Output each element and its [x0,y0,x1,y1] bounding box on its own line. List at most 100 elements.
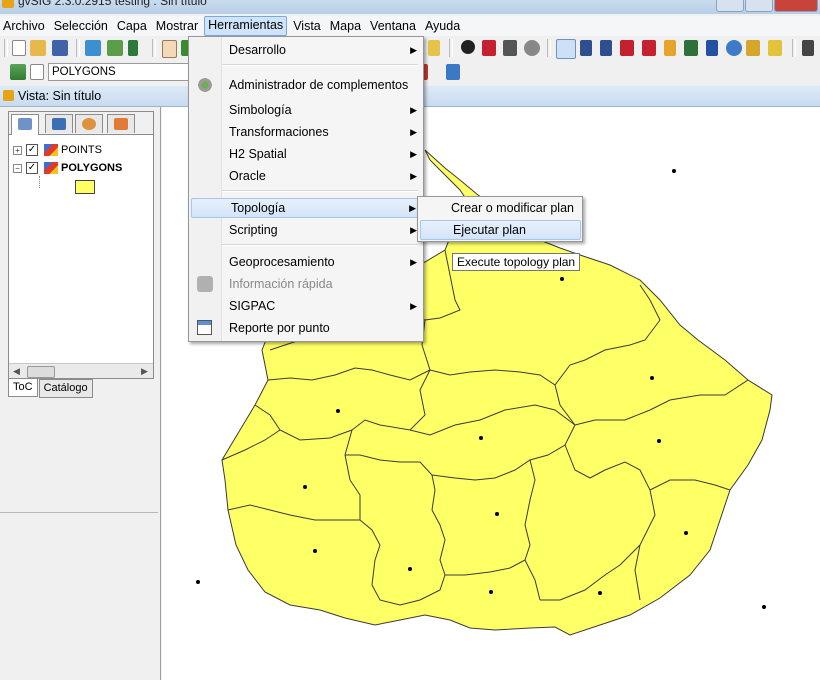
select-by-circle-icon[interactable] [642,40,656,56]
scroll-thumb[interactable] [27,366,55,378]
point-feature [303,485,307,489]
layer-visibility-checkbox[interactable]: ✓ [26,144,38,156]
submenu-arrow-icon: ▶ [409,203,416,213]
menu-archivo[interactable]: Archivo [0,17,48,35]
open-folder-icon[interactable] [30,40,46,56]
pan-hand-icon[interactable] [162,40,177,58]
table-icon[interactable] [428,40,440,56]
toc-bottom-tabs: ToC Catálogo [8,379,94,399]
menu-item-informacion-rapida: Información rápida [190,274,422,294]
toolbar-separator [152,39,156,57]
bar-chart-icon[interactable] [446,64,460,80]
menu-item-label: Desarrollo [229,43,286,57]
menu-item-oracle[interactable]: Oracle ▶ [190,166,422,186]
expand-icon[interactable]: + [13,145,22,155]
point-report-icon [197,320,212,335]
measure-distance-icon[interactable] [503,40,517,56]
menu-item-transformaciones[interactable]: Transformaciones ▶ [190,122,422,142]
menu-separator [222,64,418,66]
menu-mostrar[interactable]: Mostrar [153,17,201,35]
menu-item-administrador-complementos[interactable]: Administrador de complementos [190,75,422,95]
toc-tab-strip [9,112,153,135]
toolbar-separator [76,39,80,57]
maximize-button[interactable] [745,0,773,12]
layers-stack-icon[interactable] [10,64,26,80]
invert-selection-icon[interactable] [746,40,760,56]
add-layer-icon[interactable] [85,40,101,56]
point-feature [657,439,661,443]
menu-item-h2-spatial[interactable]: H2 Spatial ▶ [190,144,422,164]
toc-layer-polygons[interactable]: − ✓ POLYGONS [13,160,122,176]
vector-layer-icon [44,162,58,174]
measure-area-icon[interactable] [482,40,496,56]
menu-ventana[interactable]: Ventana [367,17,419,35]
menu-ayuda[interactable]: Ayuda [422,17,463,35]
tab-catalogo[interactable]: Catálogo [38,379,93,398]
menu-item-ejecutar-plan[interactable]: Ejecutar plan [420,220,581,240]
menu-herramientas[interactable]: Herramientas [204,16,288,36]
tab-toc-sources[interactable] [45,114,73,133]
menu-capa[interactable]: Capa [114,17,150,35]
clear-selection-icon[interactable] [768,40,782,56]
menu-item-reporte-por-punto[interactable]: Reporte por punto [190,318,422,338]
menu-separator [222,190,418,192]
layer-visibility-checkbox[interactable]: ✓ [26,162,38,174]
submenu-arrow-icon: ▶ [410,45,417,55]
export-layer-icon[interactable] [128,40,138,56]
point-feature [762,605,766,609]
toolbar-separator [4,39,8,57]
menu-mapa[interactable]: Mapa [327,17,364,35]
edit-layer-icon[interactable] [30,64,44,80]
select-arrow-icon[interactable] [556,39,576,59]
toc-horizontal-scrollbar[interactable]: ◀ ▶ [9,363,153,378]
close-window-button[interactable] [774,0,818,12]
gvsig-app-icon [2,0,14,8]
submenu-arrow-icon: ▶ [410,105,417,115]
menu-vista[interactable]: Vista [290,17,324,35]
new-document-icon[interactable] [12,40,26,56]
point-feature [560,277,564,281]
menu-item-sigpac[interactable]: SIGPAC ▶ [190,296,422,316]
layers-tab-icon [18,118,32,130]
scroll-right-icon[interactable]: ▶ [141,366,148,377]
point-feature [684,531,688,535]
quick-info-icon [197,276,213,292]
menu-item-simbologia[interactable]: Simbología ▶ [190,100,422,120]
globe-icon[interactable] [726,40,742,56]
submenu-arrow-icon: ▶ [410,127,417,137]
toolbar-separator [547,39,551,57]
menu-item-crear-modificar-plan[interactable]: Crear o modificar plan [419,198,581,218]
point-feature [672,169,676,173]
select-by-attributes-icon[interactable] [684,40,698,56]
new-layer-icon[interactable] [107,40,123,56]
tab-toc-selection[interactable] [107,114,135,133]
point-feature [495,512,499,516]
window-title: gvSIG 2.3.0.2915 testing : Sin título [18,0,207,8]
save-icon[interactable] [52,40,68,56]
active-layer-combo[interactable]: POLYGONS [48,63,193,81]
tab-toc-layers[interactable] [11,114,39,135]
select-by-rectangle-icon[interactable] [600,40,612,56]
point-feature [598,591,602,595]
info-icon[interactable] [461,40,475,54]
menu-seleccion[interactable]: Selección [51,17,111,35]
tab-toc[interactable]: ToC [8,379,38,397]
menu-item-topologia[interactable]: Topología ▶ [191,198,422,218]
scroll-left-icon[interactable]: ◀ [13,366,20,377]
menu-item-scripting[interactable]: Scripting ▶ [190,220,422,240]
gray-tool-icon[interactable] [524,40,540,56]
select-by-line-icon[interactable] [664,40,676,56]
collapse-icon[interactable]: − [13,163,22,173]
minimize-button[interactable] [716,0,744,12]
menu-item-desarrollo[interactable]: Desarrollo ▶ [190,40,422,60]
menu-item-label: Reporte por punto [229,321,330,335]
tab-toc-visibility[interactable] [75,114,103,133]
layout-icon[interactable] [802,40,814,56]
select-by-point-icon[interactable] [580,40,592,56]
filter-icon[interactable] [706,40,718,56]
toc-layer-points[interactable]: + ✓ POINTS [13,142,102,158]
menu-item-geoprocesamiento[interactable]: Geoprocesamiento ▶ [190,252,422,272]
select-by-polygon-icon[interactable] [620,40,634,56]
window-title-bar: gvSIG 2.3.0.2915 testing : Sin título [0,0,820,14]
menu-item-label: Información rápida [229,277,333,291]
